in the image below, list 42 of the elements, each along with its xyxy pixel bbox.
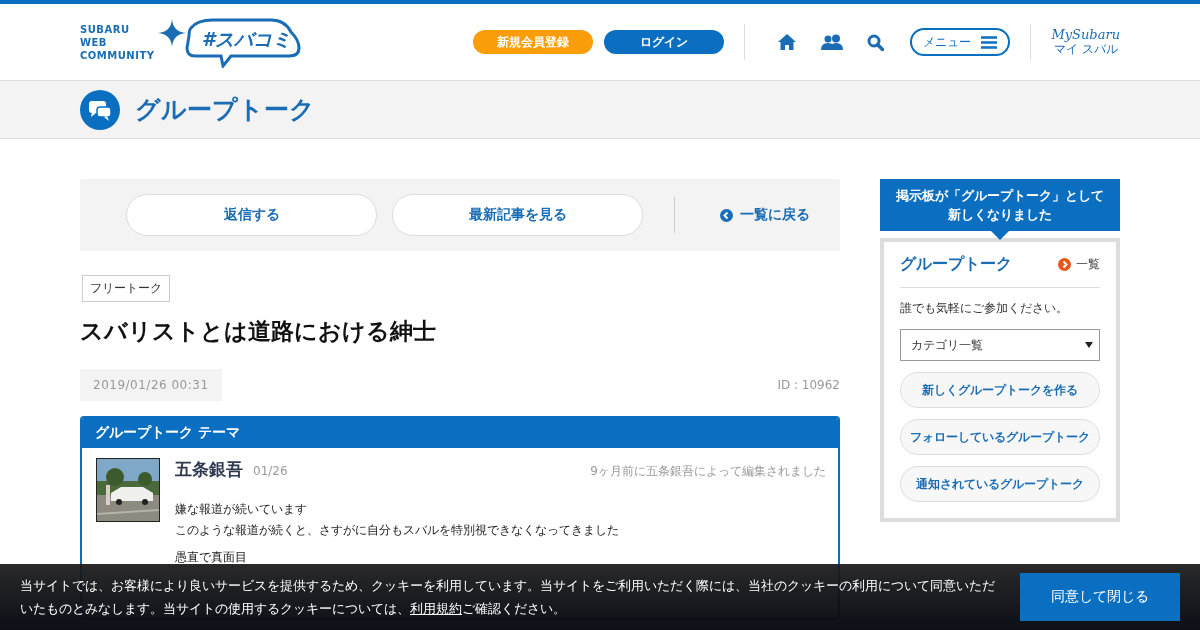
- mysubaru-logo[interactable]: MySubaru: [1051, 28, 1120, 42]
- list-link[interactable]: 一覧: [1058, 256, 1100, 273]
- category-select[interactable]: カテゴリ一覧: [900, 329, 1100, 361]
- panel-title: グループトーク: [900, 254, 1013, 275]
- card-header: グループトーク テーマ: [82, 418, 838, 448]
- terms-link[interactable]: 利用規約: [410, 601, 462, 616]
- chevron-right-icon: [1058, 258, 1071, 271]
- action-button[interactable]: 返信する: [126, 194, 378, 236]
- logo-text: WEB: [80, 35, 108, 49]
- agree-button[interactable]: 同意して閉じる: [1020, 573, 1180, 621]
- cookie-notice: 当サイトでは、お客様により良いサービスを提供するため、クッキーを利用しています。当サイトをご利用いただく際には、当社のクッキーの利用について同意いただいたものとみなします。当サイトの使用するクッキーについては、利用規約ご確認ください。: [20, 577, 996, 618]
- pointer-icon: [991, 231, 1009, 240]
- logo-text: COMMUNITY: [80, 48, 155, 62]
- post-date: 01/26: [253, 464, 288, 478]
- back-link[interactable]: 一覧に戻る: [720, 206, 810, 224]
- post-id: ID : 10962: [777, 378, 840, 392]
- login-button[interactable]: ログイン: [604, 30, 725, 54]
- menu-icon: [981, 35, 998, 49]
- sidebar-button[interactable]: 通知されているグループトーク: [900, 466, 1100, 502]
- action-button[interactable]: 最新記事を見る: [392, 194, 644, 236]
- author-name[interactable]: 五条銀吾: [175, 458, 243, 481]
- logo-text: SUBARU: [80, 22, 131, 36]
- people-icon[interactable]: [821, 34, 844, 50]
- menu-button[interactable]: メニュー: [910, 28, 1011, 56]
- category-tag[interactable]: フリートーク: [82, 275, 170, 302]
- post-title: スバリストとは道路における紳士: [80, 317, 437, 346]
- chat-icon: [80, 89, 120, 130]
- dropdown-arrow-icon: [1085, 342, 1093, 348]
- home-icon[interactable]: [777, 33, 798, 51]
- notice-banner: 掲示板が「グループトーク」として新しくなりました: [880, 179, 1120, 231]
- body-text: 愚直で真面目: [175, 549, 248, 566]
- sidebar-button[interactable]: 新しくグループトークを作る: [900, 372, 1100, 408]
- chevron-left-icon: [720, 208, 733, 222]
- panel-description: 誰でも気軽にご参加ください。: [900, 300, 1069, 317]
- search-icon[interactable]: [867, 33, 885, 51]
- logo-text: マイ スバル: [1053, 42, 1118, 56]
- post-date: 2019/01/26 00:31: [80, 369, 222, 401]
- edit-note: 9ヶ月前に五条銀吾によって編集されました: [590, 463, 826, 480]
- page-title: グループトーク: [135, 94, 315, 126]
- body-text: 嫌な報道が続いています: [175, 501, 308, 518]
- sidebar-button[interactable]: フォローしているグループトーク: [900, 419, 1100, 455]
- body-text: このような報道が続くと、さすがに自分もスバルを特別視できなくなってきました: [175, 522, 620, 539]
